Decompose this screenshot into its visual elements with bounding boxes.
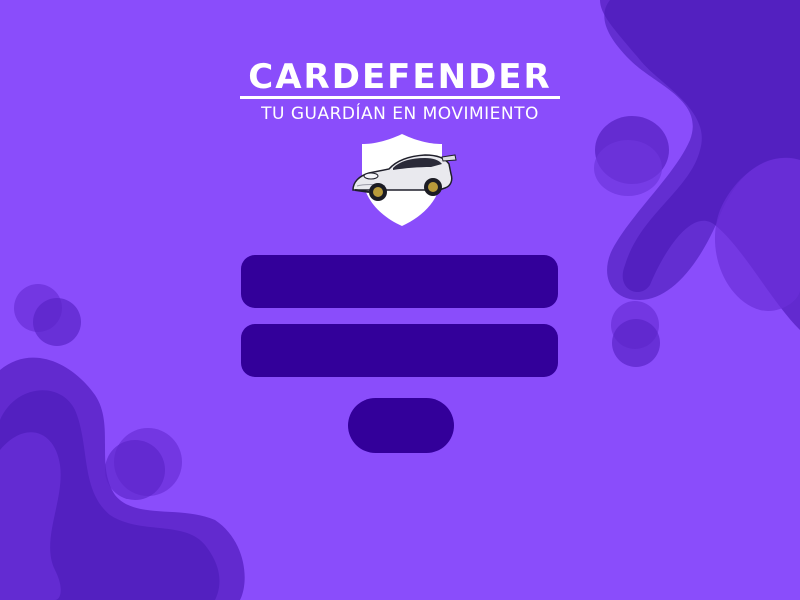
password-input[interactable]	[241, 324, 558, 377]
blob-right-lobe	[714, 157, 800, 311]
blob-right-drop-a	[611, 301, 659, 349]
blob-bottom-left-circle-b	[105, 440, 165, 500]
app-tagline: TU GUARDÍAN EN MOVIMIENTO	[261, 104, 539, 124]
blob-top-right	[600, 0, 800, 600]
blob-top-right-circle-b	[594, 140, 662, 196]
username-input[interactable]	[241, 255, 558, 308]
blob-bottom-left-circle-a	[114, 428, 182, 496]
blob-bottom-left-layer	[0, 390, 220, 600]
login-button[interactable]	[348, 398, 454, 453]
blob-bottom-left	[0, 357, 245, 600]
blob-left-circle-b	[33, 298, 81, 346]
blob-bottom-left-inner	[0, 432, 61, 600]
blob-top-right-circle-a	[595, 116, 669, 184]
blob-top-right-layer	[604, 0, 800, 300]
blob-right-drop-b	[612, 319, 660, 367]
logo-badge	[352, 134, 457, 226]
blob-left-circle-a	[14, 284, 62, 332]
app-title: CARDEFENDER	[248, 57, 552, 97]
title-underline	[240, 96, 560, 99]
